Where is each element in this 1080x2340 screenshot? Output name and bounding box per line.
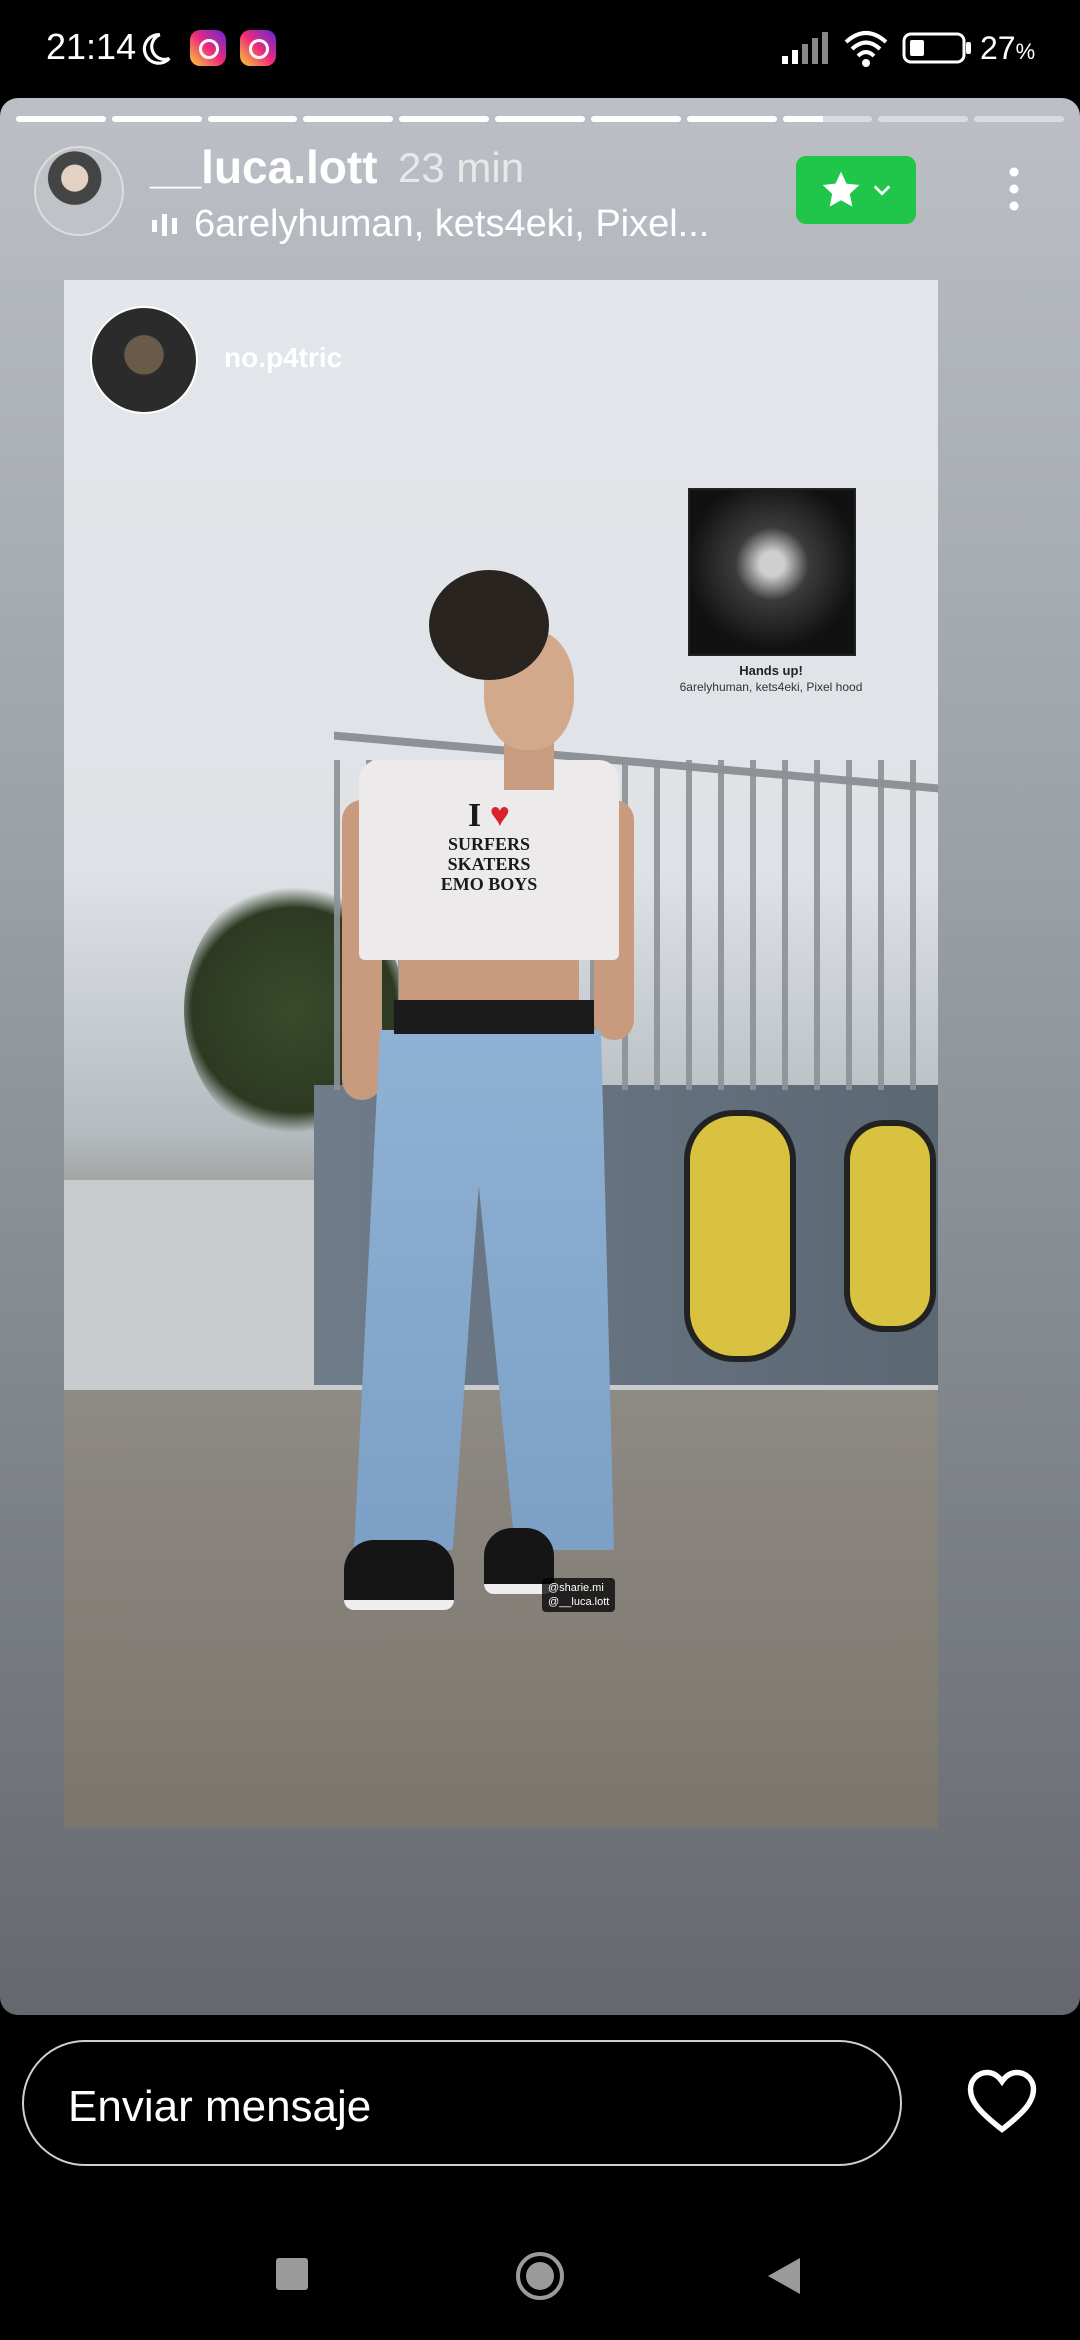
mention-tag: @__luca.lott	[548, 1596, 610, 1608]
star-icon	[822, 171, 860, 207]
reposted-avatar[interactable]	[90, 306, 198, 414]
message-placeholder: Enviar mensaje	[68, 2082, 372, 2131]
progress-fill	[782, 116, 823, 122]
progress-fill	[207, 116, 298, 122]
chevron-down-icon	[873, 185, 891, 196]
shirt-text: SURFERS	[447, 834, 531, 854]
story-progress-bar	[16, 116, 1064, 122]
progress-fill	[399, 116, 490, 122]
back-icon[interactable]	[766, 2256, 802, 2296]
progress-segment	[16, 116, 106, 122]
instagram-icon	[190, 30, 226, 66]
story-time: 23 min	[398, 144, 525, 191]
close-friends-badge[interactable]	[796, 156, 916, 224]
signal-icon	[782, 32, 828, 64]
navigation-bar	[0, 2230, 1080, 2340]
progress-segment	[590, 116, 681, 122]
person-shirt: I ♥ SURFERS SKATERS EMO BOYS	[359, 760, 619, 960]
avatar[interactable]	[34, 146, 124, 236]
music-sticker-title: Hands up!	[739, 663, 803, 678]
progress-segment	[974, 116, 1064, 122]
clock: 21:14	[46, 26, 137, 67]
person-hair	[429, 570, 549, 680]
person-belt	[394, 1000, 594, 1034]
music-sticker-cover[interactable]	[688, 488, 856, 656]
graffiti-shape	[844, 1120, 936, 1332]
mention-sticker[interactable]: @sharie.mi @__luca.lott	[542, 1578, 616, 1612]
progress-fill	[686, 116, 777, 122]
progress-segment	[878, 116, 969, 122]
progress-segment	[207, 116, 298, 122]
progress-fill	[303, 116, 394, 122]
graffiti-shape	[684, 1110, 796, 1362]
more-options-icon[interactable]	[994, 166, 1034, 212]
like-heart-icon[interactable]	[966, 2068, 1038, 2134]
shirt-text: SKATERS	[447, 854, 531, 874]
story-content-photo[interactable]: I ♥ SURFERS SKATERS EMO BOYS no.p4tric H…	[64, 280, 938, 1828]
progress-segment	[782, 116, 873, 122]
music-label: 6arelyhuman, kets4eki, Pixel...	[194, 203, 710, 245]
progress-segment	[111, 116, 202, 122]
progress-fill	[16, 116, 106, 122]
moon-icon	[142, 33, 171, 65]
story-viewer[interactable]: __luca.lott 23 min 6arelyhuman, kets4eki…	[0, 98, 1080, 2015]
status-bar: 21:14 27%	[0, 0, 1080, 98]
progress-segment	[495, 116, 585, 122]
message-input[interactable]: Enviar mensaje	[22, 2040, 902, 2166]
heart-graphic: ♥	[489, 797, 510, 834]
progress-fill	[111, 116, 202, 122]
progress-fill	[590, 116, 681, 122]
shirt-text: EMO BOYS	[440, 874, 538, 894]
battery-percent: 27%	[980, 30, 1036, 66]
person-shoe	[344, 1540, 454, 1610]
ground	[64, 1390, 938, 1828]
audio-bars-icon	[152, 213, 177, 236]
home-icon[interactable]	[514, 2250, 566, 2302]
recents-icon[interactable]	[274, 2256, 310, 2292]
story-username[interactable]: __luca.lott	[150, 140, 378, 194]
progress-segment	[686, 116, 777, 122]
shirt-text: I	[468, 797, 482, 834]
progress-segment	[303, 116, 394, 122]
music-sticker-artists: 6arelyhuman, kets4eki, Pixel hood	[679, 680, 863, 694]
progress-fill	[495, 116, 585, 122]
battery-icon	[902, 32, 971, 64]
wifi-icon	[844, 31, 888, 67]
reposted-username[interactable]: no.p4tric	[224, 342, 342, 374]
story-music-link[interactable]: 6arelyhuman, kets4eki, Pixel...	[150, 203, 709, 246]
mention-tag: @sharie.mi	[548, 1582, 604, 1594]
instagram-icon	[240, 30, 276, 66]
progress-segment	[399, 116, 490, 122]
